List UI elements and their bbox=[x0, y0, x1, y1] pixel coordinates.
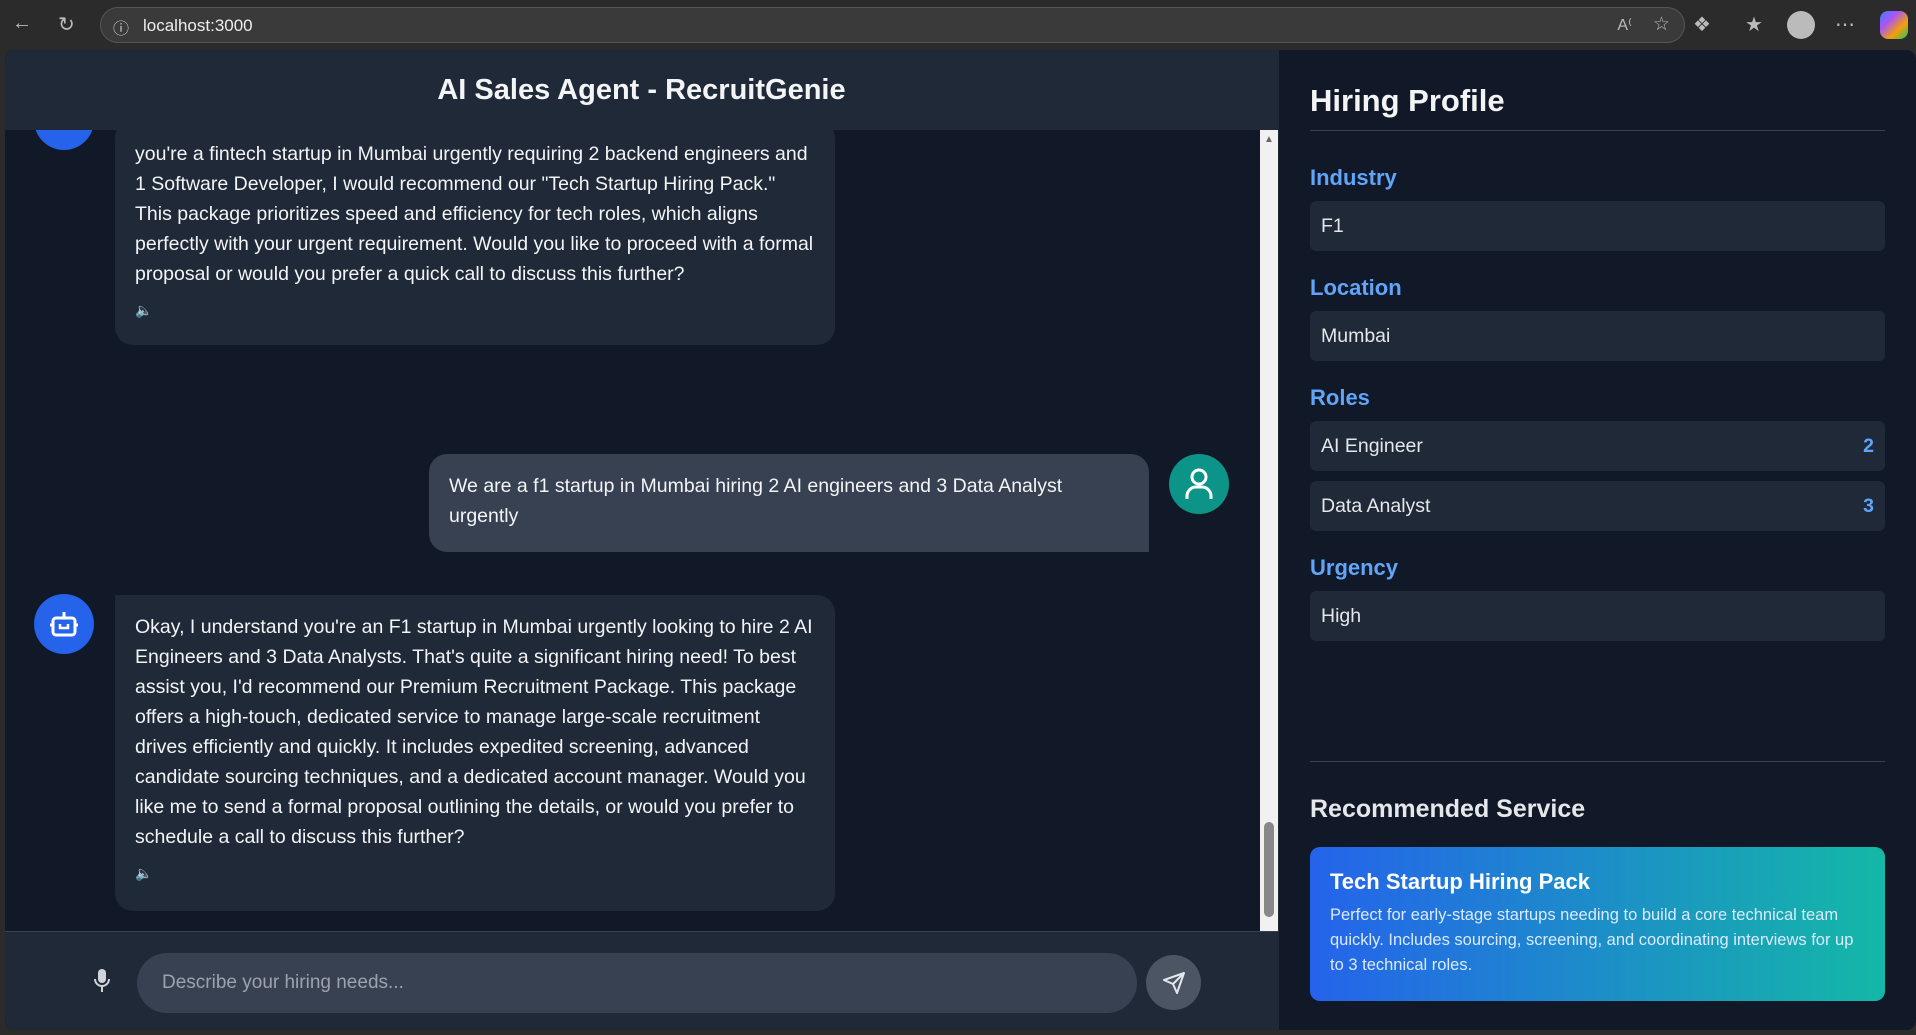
info-icon[interactable]: ⓘ bbox=[113, 15, 129, 39]
speaker-icon[interactable]: 🔈 bbox=[135, 295, 815, 325]
bot-message: Okay, I understand you're an F1 startup … bbox=[115, 595, 835, 911]
location-value: Mumbai bbox=[1321, 324, 1391, 347]
robot-icon bbox=[50, 612, 78, 637]
app-window: AI Sales Agent - RecruitGenie you're a f… bbox=[5, 50, 1916, 1030]
profile-icon[interactable] bbox=[1787, 11, 1815, 39]
service-description: Perfect for early-stage startups needing… bbox=[1330, 906, 1854, 974]
message-list: you're a fintech startup in Mumbai urgen… bbox=[5, 130, 1260, 981]
speaker-icon[interactable]: 🔈 bbox=[135, 858, 815, 888]
industry-value: F1 bbox=[1321, 214, 1344, 237]
chat-panel: AI Sales Agent - RecruitGenie you're a f… bbox=[5, 50, 1278, 1030]
message-text: you're a fintech startup in Mumbai urgen… bbox=[135, 143, 814, 285]
recommended-heading: Recommended Service bbox=[1310, 795, 1586, 823]
role-name: AI Engineer bbox=[1321, 434, 1423, 457]
favorite-star-icon[interactable]: ☆ bbox=[1653, 13, 1670, 36]
reload-icon[interactable]: ↻ bbox=[58, 12, 75, 37]
microphone-icon[interactable] bbox=[93, 968, 111, 999]
copilot-icon[interactable] bbox=[1880, 11, 1908, 39]
chat-title: AI Sales Agent - RecruitGenie bbox=[5, 50, 1278, 130]
industry-field: F1 bbox=[1310, 201, 1885, 251]
service-name: Tech Startup Hiring Pack bbox=[1330, 869, 1590, 894]
divider bbox=[1310, 130, 1885, 131]
user-icon bbox=[1185, 468, 1213, 499]
browser-toolbar: ← ↻ ⓘ localhost:3000 A⁽ ☆ ❖ ★ ⋯ bbox=[0, 0, 1916, 50]
role-count: 2 bbox=[1863, 434, 1874, 457]
bot-message: you're a fintech startup in Mumbai urgen… bbox=[115, 130, 835, 345]
read-aloud-icon[interactable]: A⁽ bbox=[1617, 15, 1632, 35]
role-count: 3 bbox=[1863, 494, 1874, 517]
input-bar bbox=[5, 931, 1278, 1030]
message-text: We are a f1 startup in Mumbai hiring 2 A… bbox=[449, 475, 1063, 527]
location-field: Mumbai bbox=[1310, 311, 1885, 361]
scroll-up-icon[interactable]: ▲ bbox=[1264, 134, 1274, 145]
divider bbox=[1310, 761, 1885, 762]
urgency-label: Urgency bbox=[1310, 555, 1399, 580]
url-text: localhost:3000 bbox=[143, 16, 253, 35]
role-item: AI Engineer 2 bbox=[1310, 421, 1885, 471]
address-bar[interactable]: ⓘ localhost:3000 A⁽ ☆ bbox=[100, 7, 1685, 43]
message-text: Okay, I understand you're an F1 startup … bbox=[135, 616, 813, 848]
hiring-profile-sidebar: Hiring Profile Industry F1 Location Mumb… bbox=[1278, 50, 1916, 1030]
send-button[interactable] bbox=[1146, 955, 1201, 1010]
favorites-icon[interactable]: ★ bbox=[1745, 12, 1763, 37]
extensions-icon[interactable]: ❖ bbox=[1693, 12, 1711, 37]
user-avatar bbox=[1169, 454, 1229, 514]
role-item: Data Analyst 3 bbox=[1310, 481, 1885, 531]
back-icon[interactable]: ← bbox=[12, 12, 32, 35]
scrollbar-thumb[interactable] bbox=[1264, 822, 1274, 917]
role-name: Data Analyst bbox=[1321, 494, 1431, 517]
recommended-service-card[interactable]: Tech Startup Hiring Pack Perfect for ear… bbox=[1310, 847, 1885, 1001]
sidebar-title: Hiring Profile bbox=[1310, 83, 1505, 118]
bot-avatar bbox=[34, 130, 94, 150]
more-icon[interactable]: ⋯ bbox=[1835, 12, 1855, 37]
scrollbar[interactable]: ▲ ▼ bbox=[1260, 130, 1278, 981]
roles-label: Roles bbox=[1310, 385, 1370, 410]
urgency-value: High bbox=[1321, 604, 1362, 627]
message-input[interactable] bbox=[137, 953, 1137, 1013]
location-label: Location bbox=[1310, 275, 1402, 300]
bot-avatar bbox=[34, 594, 94, 654]
industry-label: Industry bbox=[1310, 165, 1397, 190]
urgency-field: High bbox=[1310, 591, 1885, 641]
send-icon bbox=[1162, 971, 1185, 994]
user-message: We are a f1 startup in Mumbai hiring 2 A… bbox=[429, 454, 1149, 552]
